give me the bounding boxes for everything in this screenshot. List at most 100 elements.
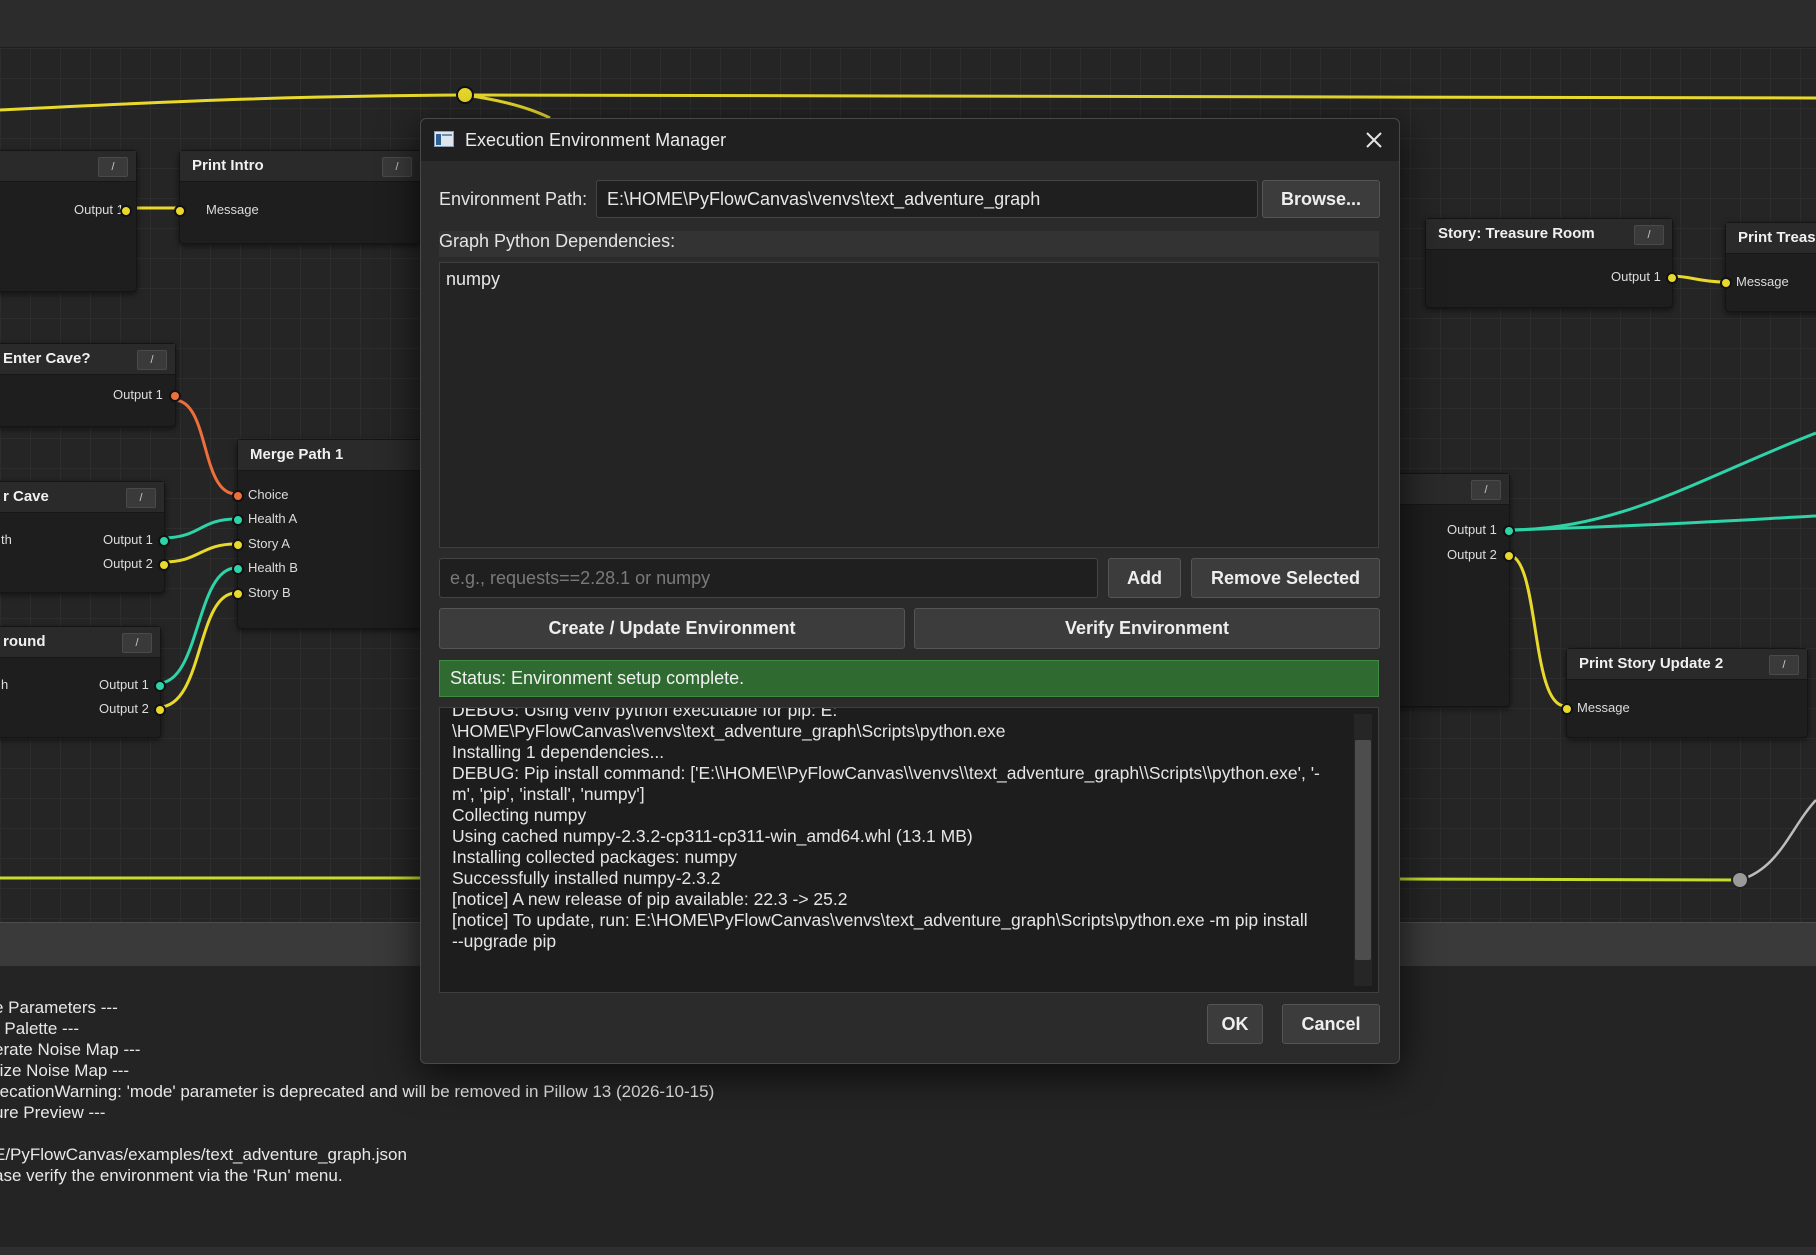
- node-toggle-button[interactable]: /: [382, 157, 412, 177]
- install-log-output[interactable]: DEBUG: Using venv python executable for …: [439, 707, 1379, 993]
- port-dot-output1[interactable]: [169, 390, 181, 402]
- dialog-titlebar[interactable]: Execution Environment Manager: [421, 119, 1399, 161]
- node-print-story-update-2[interactable]: Print Story Update 2 / Message: [1561, 648, 1808, 738]
- node-header: round /: [0, 627, 160, 658]
- node-title: Merge Path 1: [250, 446, 344, 463]
- port-dot-message[interactable]: [174, 205, 186, 217]
- env-path-label: Environment Path:: [439, 189, 588, 209]
- port-dot-message[interactable]: [1720, 277, 1732, 289]
- wire-treasure-message: [1670, 274, 1725, 284]
- port-label-output2: Output 2: [103, 556, 153, 571]
- port-label-health-a: Health A: [248, 511, 298, 526]
- wire-top-down: [464, 93, 551, 120]
- add-dependency-button[interactable]: Add: [1108, 558, 1181, 598]
- ok-button[interactable]: OK: [1207, 1004, 1263, 1044]
- node-toggle-button[interactable]: /: [122, 633, 152, 653]
- verify-environment-button[interactable]: Verify Environment: [914, 608, 1380, 649]
- node-header: Print Story Update 2 /: [1567, 649, 1807, 680]
- node-title: Story: Treasure Room: [1438, 225, 1595, 242]
- console-line: E/PyFlowCanvas/examples/text_adventure_g…: [0, 1145, 407, 1164]
- node-title: Print Story Update 2: [1579, 655, 1724, 672]
- port-dot-output2[interactable]: [1503, 550, 1515, 562]
- node-header: /: [1381, 474, 1509, 505]
- close-icon[interactable]: [1359, 125, 1389, 155]
- node-cave[interactable]: r Cave / th Output 1 Output 2: [0, 481, 170, 593]
- console-line: ase verify the environment via the 'Run'…: [0, 1166, 343, 1185]
- port-dot-output1[interactable]: [154, 680, 166, 692]
- node-toggle-button[interactable]: /: [137, 350, 167, 370]
- port-label-output1: Output 1: [113, 387, 163, 402]
- wire-top-long: [0, 93, 1816, 112]
- wire-story-b: [158, 591, 237, 709]
- node-toggle-button[interactable]: /: [1471, 480, 1501, 500]
- browse-button[interactable]: Browse...: [1262, 180, 1380, 218]
- dependency-item[interactable]: numpy: [446, 269, 1372, 290]
- node-title: Print Treas: [1738, 229, 1816, 246]
- dialog-title: Execution Environment Manager: [465, 130, 727, 150]
- node-enter-cave[interactable]: Enter Cave? / Output 1: [0, 343, 181, 427]
- port-dot-output1[interactable]: [120, 205, 132, 217]
- port-label-story-a: Story A: [248, 536, 290, 551]
- port-dot-message[interactable]: [1561, 703, 1573, 715]
- dependency-input[interactable]: [439, 558, 1098, 598]
- log-line: DEBUG: Using venv python executable for …: [452, 707, 838, 720]
- top-toolbar: [0, 0, 1816, 48]
- wire-reroute-dot[interactable]: [456, 86, 474, 104]
- node-toggle-button[interactable]: /: [1634, 225, 1664, 245]
- port-dot-output1[interactable]: [158, 535, 170, 547]
- node-around[interactable]: round / h Output 1 Output 2: [0, 626, 166, 738]
- log-line: m', 'pip', 'install', 'numpy']: [452, 784, 645, 804]
- node-print-intro[interactable]: Print Intro / Message: [174, 150, 421, 244]
- port-dot-output2[interactable]: [154, 704, 166, 716]
- status-bar: [0, 1247, 1816, 1255]
- log-line: \HOME\PyFlowCanvas\venvs\text_adventure_…: [452, 721, 1006, 741]
- node-top-left[interactable]: / Output 1: [0, 150, 137, 292]
- console-line: ure Preview ---: [0, 1103, 106, 1122]
- port-label-story-b: Story B: [248, 585, 291, 600]
- console-line: e Parameters ---: [0, 998, 118, 1017]
- log-line: [notice] A new release of pip available:…: [452, 889, 848, 909]
- port-label-output1: Output 1: [103, 532, 153, 547]
- wire-story-a: [162, 542, 237, 564]
- node-toggle-button[interactable]: /: [1769, 655, 1799, 675]
- port-label-message: Message: [1577, 700, 1630, 715]
- scrollbar-thumb[interactable]: [1355, 740, 1371, 960]
- port-dot-choice[interactable]: [232, 490, 244, 502]
- console-line: r Palette ---: [0, 1019, 80, 1038]
- port-dot-story-a[interactable]: [232, 539, 244, 551]
- node-title: Print Intro: [192, 157, 264, 174]
- cancel-button[interactable]: Cancel: [1282, 1004, 1380, 1044]
- node-story-treasure-room[interactable]: Story: Treasure Room / Output 1: [1425, 218, 1678, 308]
- wire-right-teal-1: [1507, 431, 1816, 532]
- node-merge-path-1[interactable]: Merge Path 1 Choice Health A Story A Hea…: [232, 439, 429, 629]
- log-scrollbar[interactable]: [1354, 714, 1372, 986]
- create-update-environment-button[interactable]: Create / Update Environment: [439, 608, 905, 649]
- node-title: round: [3, 633, 46, 650]
- port-dot-health-a[interactable]: [232, 514, 244, 526]
- remove-selected-button[interactable]: Remove Selected: [1191, 558, 1380, 598]
- port-dot-health-b[interactable]: [232, 563, 244, 575]
- port-dot-output1[interactable]: [1666, 272, 1678, 284]
- wire-bottom-right: [1397, 877, 1741, 882]
- port-label-left: h: [1, 677, 9, 692]
- node-print-treasure[interactable]: Print Treas Message: [1720, 222, 1816, 312]
- port-dot-output1[interactable]: [1503, 525, 1515, 537]
- wire-reroute-dot-gray[interactable]: [1731, 871, 1749, 889]
- node-toggle-button[interactable]: /: [126, 488, 156, 508]
- port-label-message: Message: [1736, 274, 1789, 289]
- port-label-output2: Output 2: [99, 701, 149, 716]
- console-line: rize Noise Map ---: [0, 1061, 130, 1080]
- log-line: DEBUG: Pip install command: ['E:\\HOME\\…: [452, 763, 1320, 783]
- wire-bottom-gray: [1739, 799, 1816, 882]
- node-title: Enter Cave?: [3, 350, 91, 367]
- wire-choice: [173, 398, 237, 496]
- port-dot-story-b[interactable]: [232, 588, 244, 600]
- node-toggle-button[interactable]: /: [98, 157, 128, 177]
- log-line: Collecting numpy: [452, 805, 587, 825]
- port-label-output1: Output 1: [1611, 269, 1661, 284]
- env-path-input[interactable]: [596, 180, 1258, 218]
- dependencies-list[interactable]: numpy: [439, 262, 1379, 548]
- wire-right-teal-2: [1507, 514, 1816, 532]
- port-label-output1: Output 1: [99, 677, 149, 692]
- port-dot-output2[interactable]: [158, 559, 170, 571]
